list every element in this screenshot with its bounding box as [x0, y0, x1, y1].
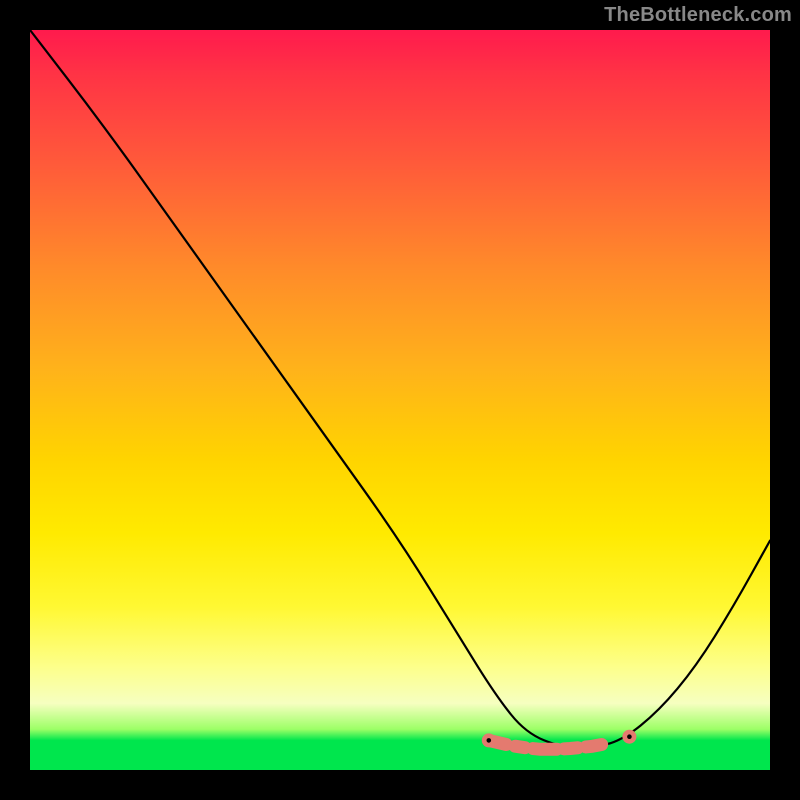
- plot-area: [30, 30, 770, 770]
- marker-group: [482, 730, 637, 750]
- watermark-text: TheBottleneck.com: [604, 4, 792, 27]
- chart-frame: TheBottleneck.com: [0, 0, 800, 800]
- join-dot: [487, 738, 492, 743]
- main-curve: [30, 30, 770, 748]
- join-dot: [627, 734, 632, 739]
- curve-layer: [30, 30, 770, 770]
